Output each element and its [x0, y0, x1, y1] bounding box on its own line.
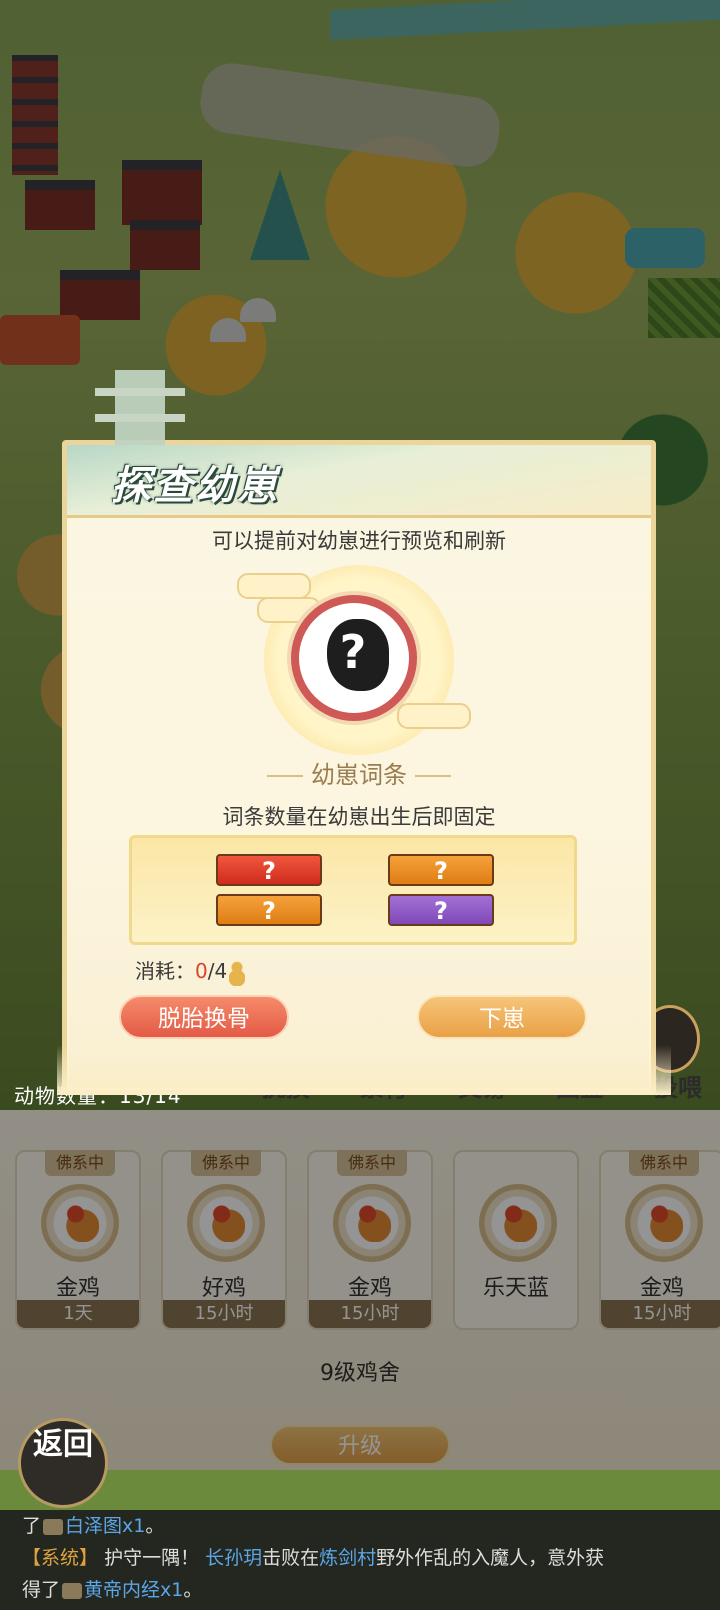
chat-text: 了	[22, 1515, 42, 1537]
traits-heading: 幼崽词条	[67, 755, 651, 790]
chat-log[interactable]: 了白泽图x1。 【系统】 护守一隅！ 长孙玥击败在炼剑村野外作乱的入魔人，意外获…	[0, 1510, 720, 1610]
chat-text: 击败在	[262, 1547, 320, 1569]
dialog-description: 可以提前对幼崽进行预览和刷新	[212, 529, 506, 553]
chat-text: 得了	[22, 1579, 61, 1601]
dialog-title: 探查幼崽	[111, 462, 279, 509]
trait-slot[interactable]: ?	[388, 894, 494, 926]
trait-slot[interactable]: ?	[388, 854, 494, 886]
cost-row: 消耗：0/4	[135, 955, 246, 986]
chat-line: 了 白泽图x1。	[22, 1510, 702, 1542]
cloud-decoration	[397, 703, 471, 729]
chat-text: 。	[183, 1579, 203, 1601]
trait-slot[interactable]: ?	[216, 854, 322, 886]
gourd-icon	[229, 959, 246, 986]
system-tag: 【系统】	[22, 1547, 99, 1569]
chat-text: 野外作乱的入魔人，意外获	[376, 1547, 605, 1569]
traits-heading-text: 幼崽词条	[311, 761, 407, 789]
chat-line: 【系统】 护守一隅！ 长孙玥击败在炼剑村野外作乱的入魔人，意外获	[22, 1542, 702, 1574]
chat-player-link[interactable]: 长孙玥	[205, 1547, 262, 1569]
trait-slot[interactable]: ?	[216, 894, 322, 926]
chat-line: 得了 黄帝内经x1。	[22, 1574, 702, 1606]
cost-used: 0	[195, 959, 208, 983]
chat-text: 护守一隅！	[104, 1547, 200, 1569]
traits-panel: ? ? ? ?	[129, 835, 577, 945]
traits-description: 词条数量在幼崽出生后即固定	[222, 805, 496, 829]
cost-label: 消耗：	[135, 959, 195, 983]
rebirth-button[interactable]: 脱胎换骨	[119, 995, 289, 1039]
chat-text: 。	[145, 1515, 165, 1537]
question-mark-icon: ?	[339, 625, 367, 679]
book-item-icon	[62, 1582, 83, 1599]
explore-chick-dialog: 探查幼崽 可以提前对幼崽进行预览和刷新 ? 幼崽词条 词条数量在幼崽出生后即固定…	[57, 370, 671, 1095]
wave-decoration	[57, 1045, 671, 1095]
mystery-chick-icon: ?	[291, 595, 417, 721]
hatch-button[interactable]: 下崽	[417, 995, 587, 1039]
divider	[267, 775, 303, 777]
chat-item-link[interactable]: 白泽图x1	[65, 1515, 145, 1537]
scroll-item-icon	[43, 1518, 64, 1535]
back-button[interactable]: 返回	[18, 1418, 108, 1508]
chat-item-link[interactable]: 黄帝内经x1	[84, 1579, 183, 1601]
dialog-header: 探查幼崽	[67, 445, 651, 518]
cloud-decoration	[237, 573, 311, 599]
cost-total: /4	[207, 959, 228, 983]
divider	[415, 775, 451, 777]
chat-place-link[interactable]: 炼剑村	[319, 1547, 376, 1569]
